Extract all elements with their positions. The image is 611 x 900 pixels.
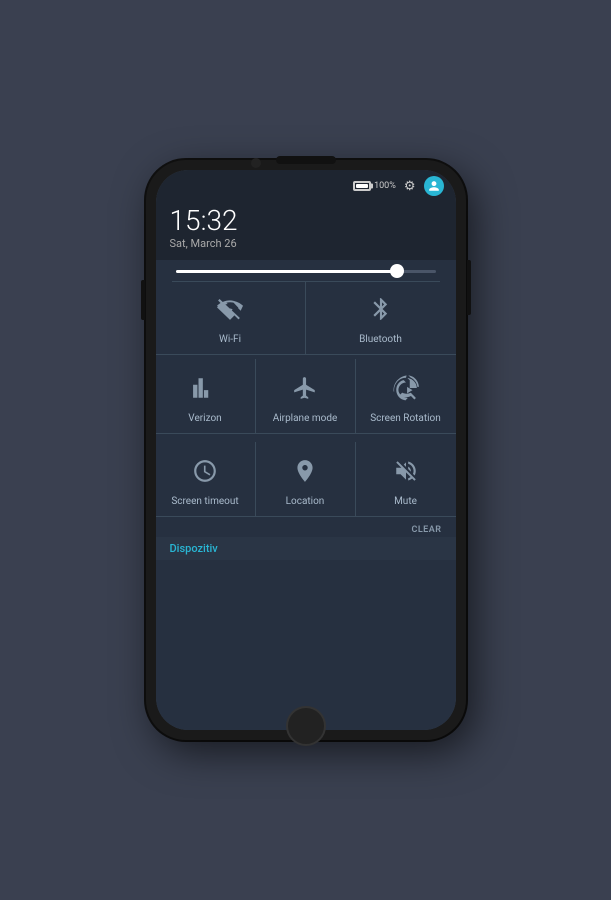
mute-toggle[interactable]: Mute xyxy=(356,442,456,517)
front-camera xyxy=(251,158,261,168)
battery-percentage: 100% xyxy=(374,181,396,191)
settings-icon[interactable]: ⚙ xyxy=(404,179,416,194)
clear-button[interactable]: CLEAR xyxy=(411,525,441,535)
verizon-label: Verizon xyxy=(188,413,221,425)
brightness-thumb[interactable] xyxy=(390,264,404,278)
row3-grid: Screen timeout Location xyxy=(156,438,456,521)
bluetooth-icon xyxy=(362,290,400,328)
mute-label: Mute xyxy=(394,496,417,508)
location-icon xyxy=(286,452,324,490)
row2-grid: Verizon Airplane mode xyxy=(156,355,456,438)
time-area: 15:32 Sat, March 26 xyxy=(156,202,456,260)
brightness-fill xyxy=(176,270,397,273)
wifi-toggle[interactable]: Wi-Fi xyxy=(156,282,306,355)
brightness-track[interactable] xyxy=(176,270,436,273)
screen-content: 100% ⚙ 15:32 Sat, March 26 xyxy=(156,170,456,730)
speaker xyxy=(276,156,336,164)
power-button[interactable] xyxy=(467,260,471,315)
bluetooth-label: Bluetooth xyxy=(359,334,402,346)
battery-indicator: 100% xyxy=(353,181,396,191)
mute-icon xyxy=(387,452,425,490)
date-display: Sat, March 26 xyxy=(170,237,442,250)
verizon-toggle[interactable]: Verizon xyxy=(156,359,256,434)
volume-button[interactable] xyxy=(141,280,145,320)
battery-fill xyxy=(356,184,368,188)
phone-screen: 100% ⚙ 15:32 Sat, March 26 xyxy=(156,170,456,730)
clock-icon xyxy=(186,452,224,490)
wifi-bt-row: Wi-Fi Bluetooth xyxy=(156,282,456,355)
airplane-icon xyxy=(286,369,324,407)
screen-timeout-label: Screen timeout xyxy=(171,496,238,508)
rotation-toggle[interactable]: Screen Rotation xyxy=(356,359,456,434)
screen-timeout-toggle[interactable]: Screen timeout xyxy=(156,442,256,517)
quick-settings-panel: Wi-Fi Bluetooth xyxy=(156,260,456,730)
wifi-icon xyxy=(211,290,249,328)
home-button[interactable] xyxy=(286,706,326,746)
airplane-label: Airplane mode xyxy=(273,413,338,425)
signal-icon xyxy=(186,369,224,407)
user-avatar[interactable] xyxy=(424,176,444,196)
location-label: Location xyxy=(286,496,325,508)
location-toggle[interactable]: Location xyxy=(256,442,356,517)
time-display: 15:32 xyxy=(170,206,442,237)
wifi-label: Wi-Fi xyxy=(219,334,241,346)
bottom-bar: Dispozitiv xyxy=(156,537,456,560)
rotation-icon xyxy=(387,369,425,407)
clear-row: CLEAR xyxy=(156,521,456,537)
battery-icon xyxy=(353,181,371,191)
rotation-label: Screen Rotation xyxy=(370,413,441,425)
dispozitiv-label[interactable]: Dispozitiv xyxy=(170,542,218,555)
phone-device: 100% ⚙ 15:32 Sat, March 26 xyxy=(146,160,466,740)
brightness-row[interactable] xyxy=(156,260,456,281)
bluetooth-toggle[interactable]: Bluetooth xyxy=(306,282,456,355)
status-bar: 100% ⚙ xyxy=(156,170,456,202)
airplane-toggle[interactable]: Airplane mode xyxy=(256,359,356,434)
